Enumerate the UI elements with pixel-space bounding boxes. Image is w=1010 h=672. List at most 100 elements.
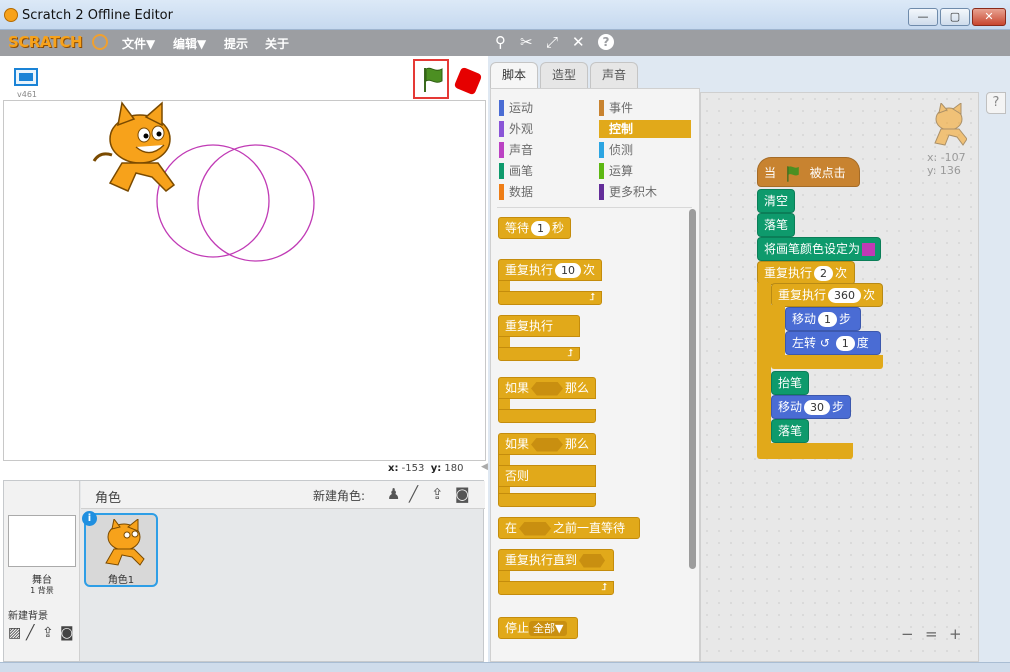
category-control[interactable]: 控制	[599, 120, 691, 138]
menu-edit[interactable]: 编辑▼	[173, 35, 206, 52]
duplicate-icon[interactable]: ⚲	[495, 34, 506, 50]
camera-backdrop-icon[interactable]: ◙	[60, 625, 74, 641]
block-set-pen-color[interactable]: 将画笔颜色设定为	[757, 237, 881, 261]
block-forever-top: 重复执行	[498, 315, 580, 337]
block-if-else[interactable]: 如果 那么 否则	[498, 433, 596, 509]
sprite-y: y: 136	[927, 164, 961, 177]
grow-icon[interactable]: ⤢	[546, 34, 558, 50]
block-repeat-input[interactable]: 10	[555, 263, 582, 278]
block-else-row: 否则	[498, 465, 596, 487]
pen-circle-2	[197, 144, 315, 262]
block-wait-unit: 秒	[552, 221, 565, 235]
move-1-label: 移动	[792, 312, 817, 326]
category-sound[interactable]: 声音	[499, 141, 591, 159]
stage-canvas[interactable]	[3, 100, 486, 461]
tab-costumes[interactable]: 造型	[540, 62, 588, 88]
block-forever[interactable]: 重复执行 ⮥	[498, 315, 580, 363]
zoom-in-icon[interactable]: +	[949, 625, 962, 643]
move-2-label: 移动	[778, 400, 803, 414]
minimize-button[interactable]: —	[908, 8, 938, 26]
stage-thumbnail[interactable]	[8, 515, 76, 567]
block-turn-left[interactable]: 左转 ↺ 1度	[785, 331, 881, 355]
stop-button[interactable]	[453, 66, 483, 96]
sprite-library-icon[interactable]: ♟	[387, 485, 400, 503]
upload-backdrop-icon[interactable]: ⇪	[42, 625, 54, 641]
scratch-logo[interactable]: SCRATCH	[8, 33, 83, 51]
block-clear[interactable]: 清空	[757, 189, 796, 213]
repeat-inner-input[interactable]: 360	[828, 288, 862, 303]
move-1-input[interactable]: 1	[818, 312, 838, 327]
category-more-blocks[interactable]: 更多积木	[599, 183, 691, 201]
category-sensing[interactable]: 侦测	[599, 141, 691, 159]
block-pen-up[interactable]: 抬笔	[771, 371, 810, 395]
close-button[interactable]: ✕	[972, 8, 1006, 26]
block-repeat-label: 重复执行	[505, 263, 554, 277]
help-panel-button[interactable]: ?	[986, 92, 1006, 114]
help-icon[interactable]: ?	[598, 34, 614, 50]
repeat-inner-unit: 次	[863, 288, 876, 302]
block-stop[interactable]: 停止 全部▼	[498, 617, 578, 639]
block-wait[interactable]: 等待 1 秒	[498, 217, 572, 239]
block-if-else-label: 如果	[505, 437, 530, 451]
block-if-label: 如果	[505, 381, 530, 395]
block-move-2[interactable]: 移动 30 步	[771, 395, 851, 419]
block-wait-input[interactable]: 1	[531, 221, 551, 236]
move-2-input[interactable]: 30	[804, 400, 831, 415]
y-label: y:	[430, 463, 442, 474]
shrink-icon[interactable]: ✕	[572, 34, 585, 50]
zoom-reset-icon[interactable]: =	[925, 625, 938, 643]
pen-color-swatch[interactable]	[862, 243, 876, 256]
block-if-foot	[498, 409, 596, 423]
tab-scripts[interactable]: 脚本	[490, 62, 538, 88]
block-pen-down[interactable]: 落笔	[757, 213, 796, 237]
block-stop-dropdown[interactable]: 全部▼	[529, 621, 568, 636]
green-flag-icon	[787, 165, 799, 182]
block-if-else-condition-slot[interactable]	[531, 437, 564, 452]
upload-sprite-icon[interactable]: ⇪	[431, 485, 444, 503]
block-when-flag-clicked[interactable]: 当 被点击	[757, 157, 860, 187]
block-repeat-until[interactable]: 重复执行直到 ⮥	[498, 549, 614, 597]
backdrop-library-icon[interactable]: ▨	[8, 625, 21, 641]
sprite-thumbnail[interactable]: i 角色1	[82, 511, 158, 587]
maximize-button[interactable]: ▢	[940, 8, 970, 26]
paint-sprite-icon[interactable]: ╱	[409, 485, 418, 503]
repeat-outer-input[interactable]: 2	[814, 266, 834, 281]
block-wait-until[interactable]: 在 之前一直等待	[498, 517, 640, 539]
category-pen[interactable]: 画笔	[499, 162, 591, 180]
block-if-condition-slot[interactable]	[531, 381, 564, 396]
block-repeat[interactable]: 重复执行 10 次 ⮥	[498, 259, 602, 307]
zoom-out-icon[interactable]: −	[901, 625, 914, 643]
category-motion[interactable]: 运动	[499, 99, 591, 117]
block-wait-until-condition-slot[interactable]	[519, 521, 552, 536]
block-if[interactable]: 如果 那么	[498, 377, 596, 425]
category-events[interactable]: 事件	[599, 99, 691, 117]
block-repeat-unit: 次	[583, 263, 596, 277]
window-bottom-edge	[0, 662, 1010, 672]
delete-icon[interactable]: ✂	[520, 34, 533, 50]
menu-about[interactable]: 关于	[265, 35, 289, 52]
turn-input[interactable]: 1	[835, 336, 855, 351]
category-looks[interactable]: 外观	[499, 120, 591, 138]
block-pen-down-2[interactable]: 落笔	[771, 419, 810, 443]
scratch-cat-sprite	[92, 101, 176, 192]
camera-sprite-icon[interactable]: ◙	[455, 485, 470, 503]
script-area[interactable]: x: -107 y: 136 当 被点击 清空 落笔 将画笔颜色设定为 重复执行…	[700, 92, 979, 662]
block-move-1[interactable]: 移动 1 步	[785, 307, 861, 331]
block-repeat-outer[interactable]: 重复执行 2 次	[757, 261, 855, 285]
tab-sounds[interactable]: 声音	[590, 62, 638, 88]
palette-scrollbar[interactable]	[689, 209, 696, 569]
hat-label: 当	[764, 166, 777, 180]
menu-tips[interactable]: 提示	[224, 35, 248, 52]
block-repeat-until-condition-slot[interactable]	[579, 553, 606, 568]
green-flag-icon[interactable]	[421, 66, 445, 94]
block-repeat-inner[interactable]: 重复执行 360 次	[771, 283, 883, 307]
menu-file[interactable]: 文件▼	[122, 35, 155, 52]
category-data[interactable]: 数据	[499, 183, 591, 201]
paint-backdrop-icon[interactable]: ╱	[26, 625, 34, 641]
collapse-stage-icon[interactable]: ◀	[481, 462, 489, 476]
stage-label: 舞台	[32, 575, 52, 586]
category-operators[interactable]: 运算	[599, 162, 691, 180]
block-forever-foot: ⮥	[498, 347, 580, 361]
language-globe-icon[interactable]	[92, 34, 108, 50]
presentation-mode-icon[interactable]	[14, 68, 38, 86]
